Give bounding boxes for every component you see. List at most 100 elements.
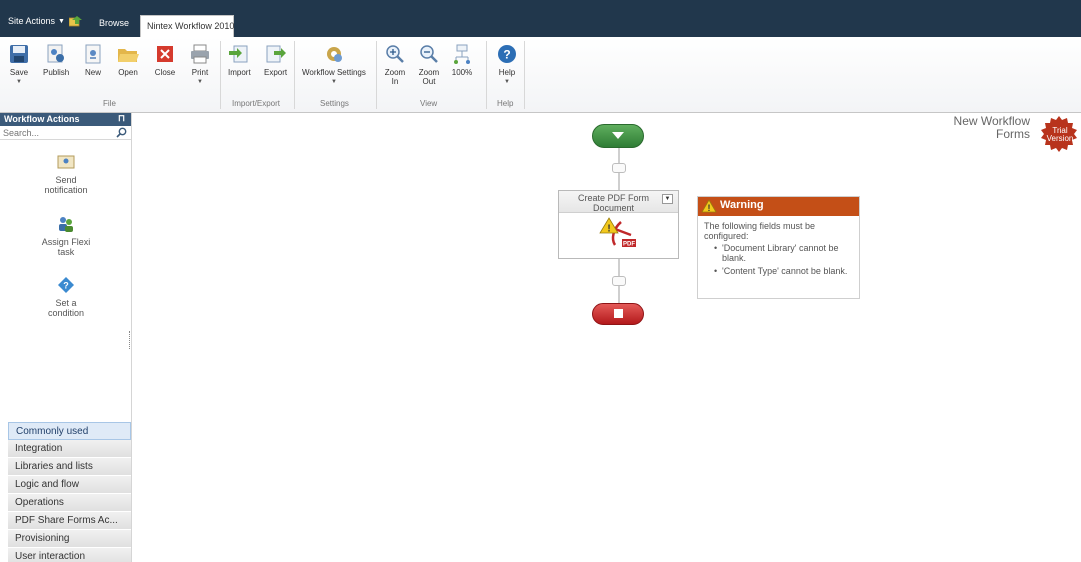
zoom-out-button[interactable]: Zoom Out — [418, 43, 440, 86]
publish-button[interactable]: Publish — [43, 43, 69, 77]
top-navigation-bar: Site Actions ▼ Browse Nintex Workflow 20… — [0, 0, 1081, 37]
category-pdf-share-forms[interactable]: PDF Share Forms Ac... — [8, 512, 131, 530]
new-label: New — [84, 68, 101, 77]
warning-icon: ! — [701, 199, 717, 213]
action-label: Assign Flexi — [41, 237, 91, 247]
export-icon — [266, 45, 286, 63]
printer-icon — [191, 44, 209, 64]
action-assign-flexi-task[interactable]: Assign Flexi task — [0, 215, 132, 257]
new-button[interactable]: New — [82, 43, 104, 77]
import-button[interactable]: Import — [228, 43, 251, 77]
group-label-file: File — [103, 99, 116, 108]
notification-icon — [57, 155, 75, 169]
group-label-view: View — [420, 99, 438, 108]
action-label: Set a — [55, 298, 77, 308]
group-divider — [220, 41, 221, 109]
chevron-down-icon: ▼ — [197, 79, 203, 85]
warning-header: ! Warning — [698, 197, 859, 216]
import-label: Import — [228, 68, 251, 77]
group-label-settings: Settings — [320, 99, 349, 108]
open-button[interactable]: Open — [117, 43, 139, 77]
svg-text:!: ! — [708, 203, 711, 213]
category-logic-and-flow[interactable]: Logic and flow — [8, 476, 131, 494]
action-label: condition — [47, 308, 85, 318]
navigate-up-icon[interactable] — [69, 15, 83, 27]
zoom-out-label-1: Zoom — [418, 68, 440, 77]
zoom-100-button[interactable]: 100% — [451, 43, 473, 77]
pin-icon[interactable]: ⊓ — [118, 113, 125, 124]
action-label: task — [57, 247, 75, 257]
users-task-icon — [59, 217, 73, 232]
save-button[interactable]: Save ▼ — [8, 43, 30, 87]
action-title-line-2: Document — [592, 203, 635, 213]
export-button[interactable]: Export — [264, 43, 287, 77]
chevron-down-icon: ▼ — [16, 79, 22, 85]
action-send-notification[interactable]: Send notification — [0, 153, 132, 195]
ribbon: Save ▼ Publish New Open Close Print ▼ Fi… — [0, 37, 1081, 113]
warning-list: 'Document Library' cannot be blank. 'Con… — [714, 243, 855, 276]
save-label: Save — [9, 68, 29, 77]
action-create-pdf-form-document[interactable]: Create PDF Form Document ▼ PDF ! — [558, 190, 679, 259]
workflow-settings-button[interactable]: Workflow Settings ▼ — [302, 43, 366, 87]
connector-drop-zone[interactable] — [612, 163, 626, 173]
action-title: Create PDF Form Document — [559, 191, 678, 213]
open-label: Open — [118, 68, 138, 77]
svg-text:?: ? — [503, 48, 510, 62]
publish-icon — [47, 44, 65, 63]
group-divider — [376, 41, 377, 109]
close-button[interactable]: Close — [154, 43, 176, 77]
search-icon[interactable] — [116, 127, 127, 138]
warning-item: 'Content Type' cannot be blank. — [714, 266, 855, 276]
warning-body: The following fields must be configured:… — [698, 216, 859, 276]
chevron-down-icon: ▼ — [330, 79, 337, 85]
close-label: Close — [154, 68, 176, 77]
zoom-in-button[interactable]: Zoom In — [384, 43, 406, 86]
chevron-down-icon: ▼ — [58, 17, 65, 25]
trial-version-seal-icon: Trial Version — [1041, 116, 1077, 152]
help-label: Help — [498, 68, 516, 77]
svg-text:?: ? — [63, 281, 69, 291]
action-title-line-1: Create PDF Form — [577, 193, 649, 203]
category-integration[interactable]: Integration — [8, 440, 131, 458]
svg-text:!: ! — [607, 224, 610, 235]
zoom-in-icon — [386, 45, 404, 63]
group-divider — [524, 41, 525, 109]
print-button[interactable]: Print ▼ — [189, 43, 211, 87]
workflow-end-node[interactable] — [592, 303, 644, 325]
folder-open-icon — [118, 49, 139, 62]
category-operations[interactable]: Operations — [8, 494, 131, 512]
workflow-actions-header: Workflow Actions ⊓ — [0, 113, 131, 126]
category-user-interaction[interactable]: User interaction — [8, 548, 131, 562]
help-button[interactable]: ? Help ▼ — [496, 43, 518, 87]
publish-label: Publish — [43, 68, 70, 77]
tab-nintex-workflow[interactable]: Nintex Workflow 2010 — [140, 15, 234, 37]
print-label: Print — [191, 68, 209, 77]
site-actions-menu[interactable]: Site Actions ▼ — [8, 16, 65, 26]
group-label-import-export: Import/Export — [232, 99, 281, 108]
settings-gear-icon — [326, 47, 342, 62]
workflow-actions-panel: Workflow Actions ⊓ Send notification Ass… — [0, 113, 132, 562]
chevron-down-icon: ▼ — [504, 79, 510, 85]
action-menu-dropdown[interactable]: ▼ — [662, 194, 673, 204]
workflow-start-node[interactable] — [592, 124, 644, 148]
workflow-title-line-2: Forms — [996, 127, 1030, 141]
connector-drop-zone[interactable] — [612, 276, 626, 286]
close-icon — [157, 46, 173, 62]
zoom-reset-icon — [454, 44, 470, 64]
category-commonly-used[interactable]: Commonly used — [8, 422, 131, 440]
warning-popup: ! Warning The following fields must be c… — [697, 196, 860, 299]
category-provisioning[interactable]: Provisioning — [8, 530, 131, 548]
triangle-down-icon — [612, 132, 624, 139]
import-icon — [229, 45, 248, 63]
panel-resize-handle[interactable] — [129, 331, 132, 349]
warning-title: Warning — [720, 199, 764, 211]
action-label: Send — [55, 175, 77, 185]
workflow-canvas[interactable] — [133, 113, 1081, 562]
zoom-in-label-1: Zoom — [384, 68, 406, 77]
search-input[interactable] — [0, 126, 112, 139]
browse-tab[interactable]: Browse — [99, 18, 129, 28]
svg-text:Version: Version — [1047, 134, 1074, 143]
action-label: notification — [44, 185, 88, 195]
action-set-condition[interactable]: ? Set a condition — [0, 276, 132, 318]
category-libraries-and-lists[interactable]: Libraries and lists — [8, 458, 131, 476]
